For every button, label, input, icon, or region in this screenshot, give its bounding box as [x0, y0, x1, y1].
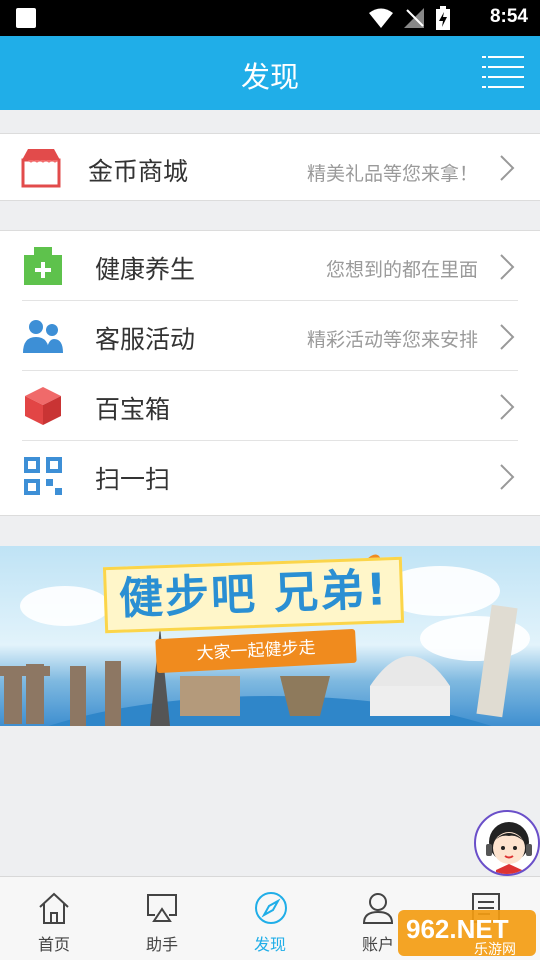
tools-section: 健康养生 您想到的都在里面 客服活动 精彩活动等您来安排 百宝箱 扫一扫: [0, 230, 540, 516]
tab-home[interactable]: 首页: [0, 877, 108, 960]
list-item-treasure-box[interactable]: 百宝箱: [0, 371, 540, 441]
clock: 8:54: [489, 6, 528, 27]
health-box-icon: [24, 247, 62, 285]
list-item-label: 健康养生: [95, 255, 196, 284]
list-item-service-activity[interactable]: 客服活动 精彩活动等您来安排: [0, 301, 540, 371]
watermark-logo: 962.NET 乐游网: [398, 910, 536, 958]
qr-scan-icon: [24, 457, 62, 495]
battery-charging-icon: [436, 6, 450, 30]
list-item-hint: 精彩活动等您来安排: [306, 329, 478, 351]
svg-text:962.NET: 962.NET: [406, 914, 509, 944]
chevron-right-icon: [500, 464, 515, 490]
promo-banner[interactable]: 健步吧 兄弟! 大家一起健步走: [0, 546, 540, 726]
compass-icon: [255, 892, 287, 924]
list-item-health[interactable]: 健康养生 您想到的都在里面: [0, 231, 540, 301]
tab-assistant[interactable]: 助手: [108, 877, 216, 960]
user-icon: [362, 893, 394, 924]
cube-icon: [25, 387, 61, 425]
no-signal-icon: [404, 8, 424, 28]
list-item-label: 金币商城: [88, 157, 189, 186]
page-title: 发现: [240, 60, 299, 94]
menu-button[interactable]: [482, 54, 524, 92]
list-item-label: 扫一扫: [95, 465, 171, 494]
notification-icon: [16, 8, 36, 28]
chevron-right-icon: [500, 155, 515, 181]
list-item-hint: 您想到的都在里面: [325, 259, 478, 281]
chevron-right-icon: [500, 394, 515, 420]
tab-label: 助手: [145, 935, 178, 954]
svg-text:乐游网: 乐游网: [474, 942, 516, 958]
list-item-label: 百宝箱: [95, 395, 171, 424]
list-item-scan[interactable]: 扫一扫: [0, 441, 540, 511]
coin-mall-section: 金币商城 精美礼品等您来拿！: [0, 133, 540, 201]
status-bar: 8:54: [0, 0, 540, 36]
cast-icon: [147, 894, 177, 922]
list-item-coin-mall[interactable]: 金币商城 精美礼品等您来拿！: [0, 134, 540, 200]
chevron-right-icon: [500, 324, 515, 350]
home-icon: [39, 892, 69, 924]
tab-label: 首页: [37, 935, 70, 954]
chevron-right-icon: [500, 254, 515, 280]
tab-discover[interactable]: 发现: [216, 877, 324, 960]
customer-service-avatar[interactable]: [474, 810, 540, 876]
wifi-icon: [369, 8, 393, 28]
list-item-label: 客服活动: [95, 325, 196, 354]
list-item-hint: 精美礼品等您来拿！: [306, 163, 478, 185]
people-icon: [23, 320, 63, 353]
tab-label: 发现: [253, 935, 286, 954]
banner-slogan: 健步吧 兄弟!: [102, 556, 405, 634]
top-app-bar: 发现: [0, 36, 540, 110]
shop-icon: [21, 149, 61, 188]
